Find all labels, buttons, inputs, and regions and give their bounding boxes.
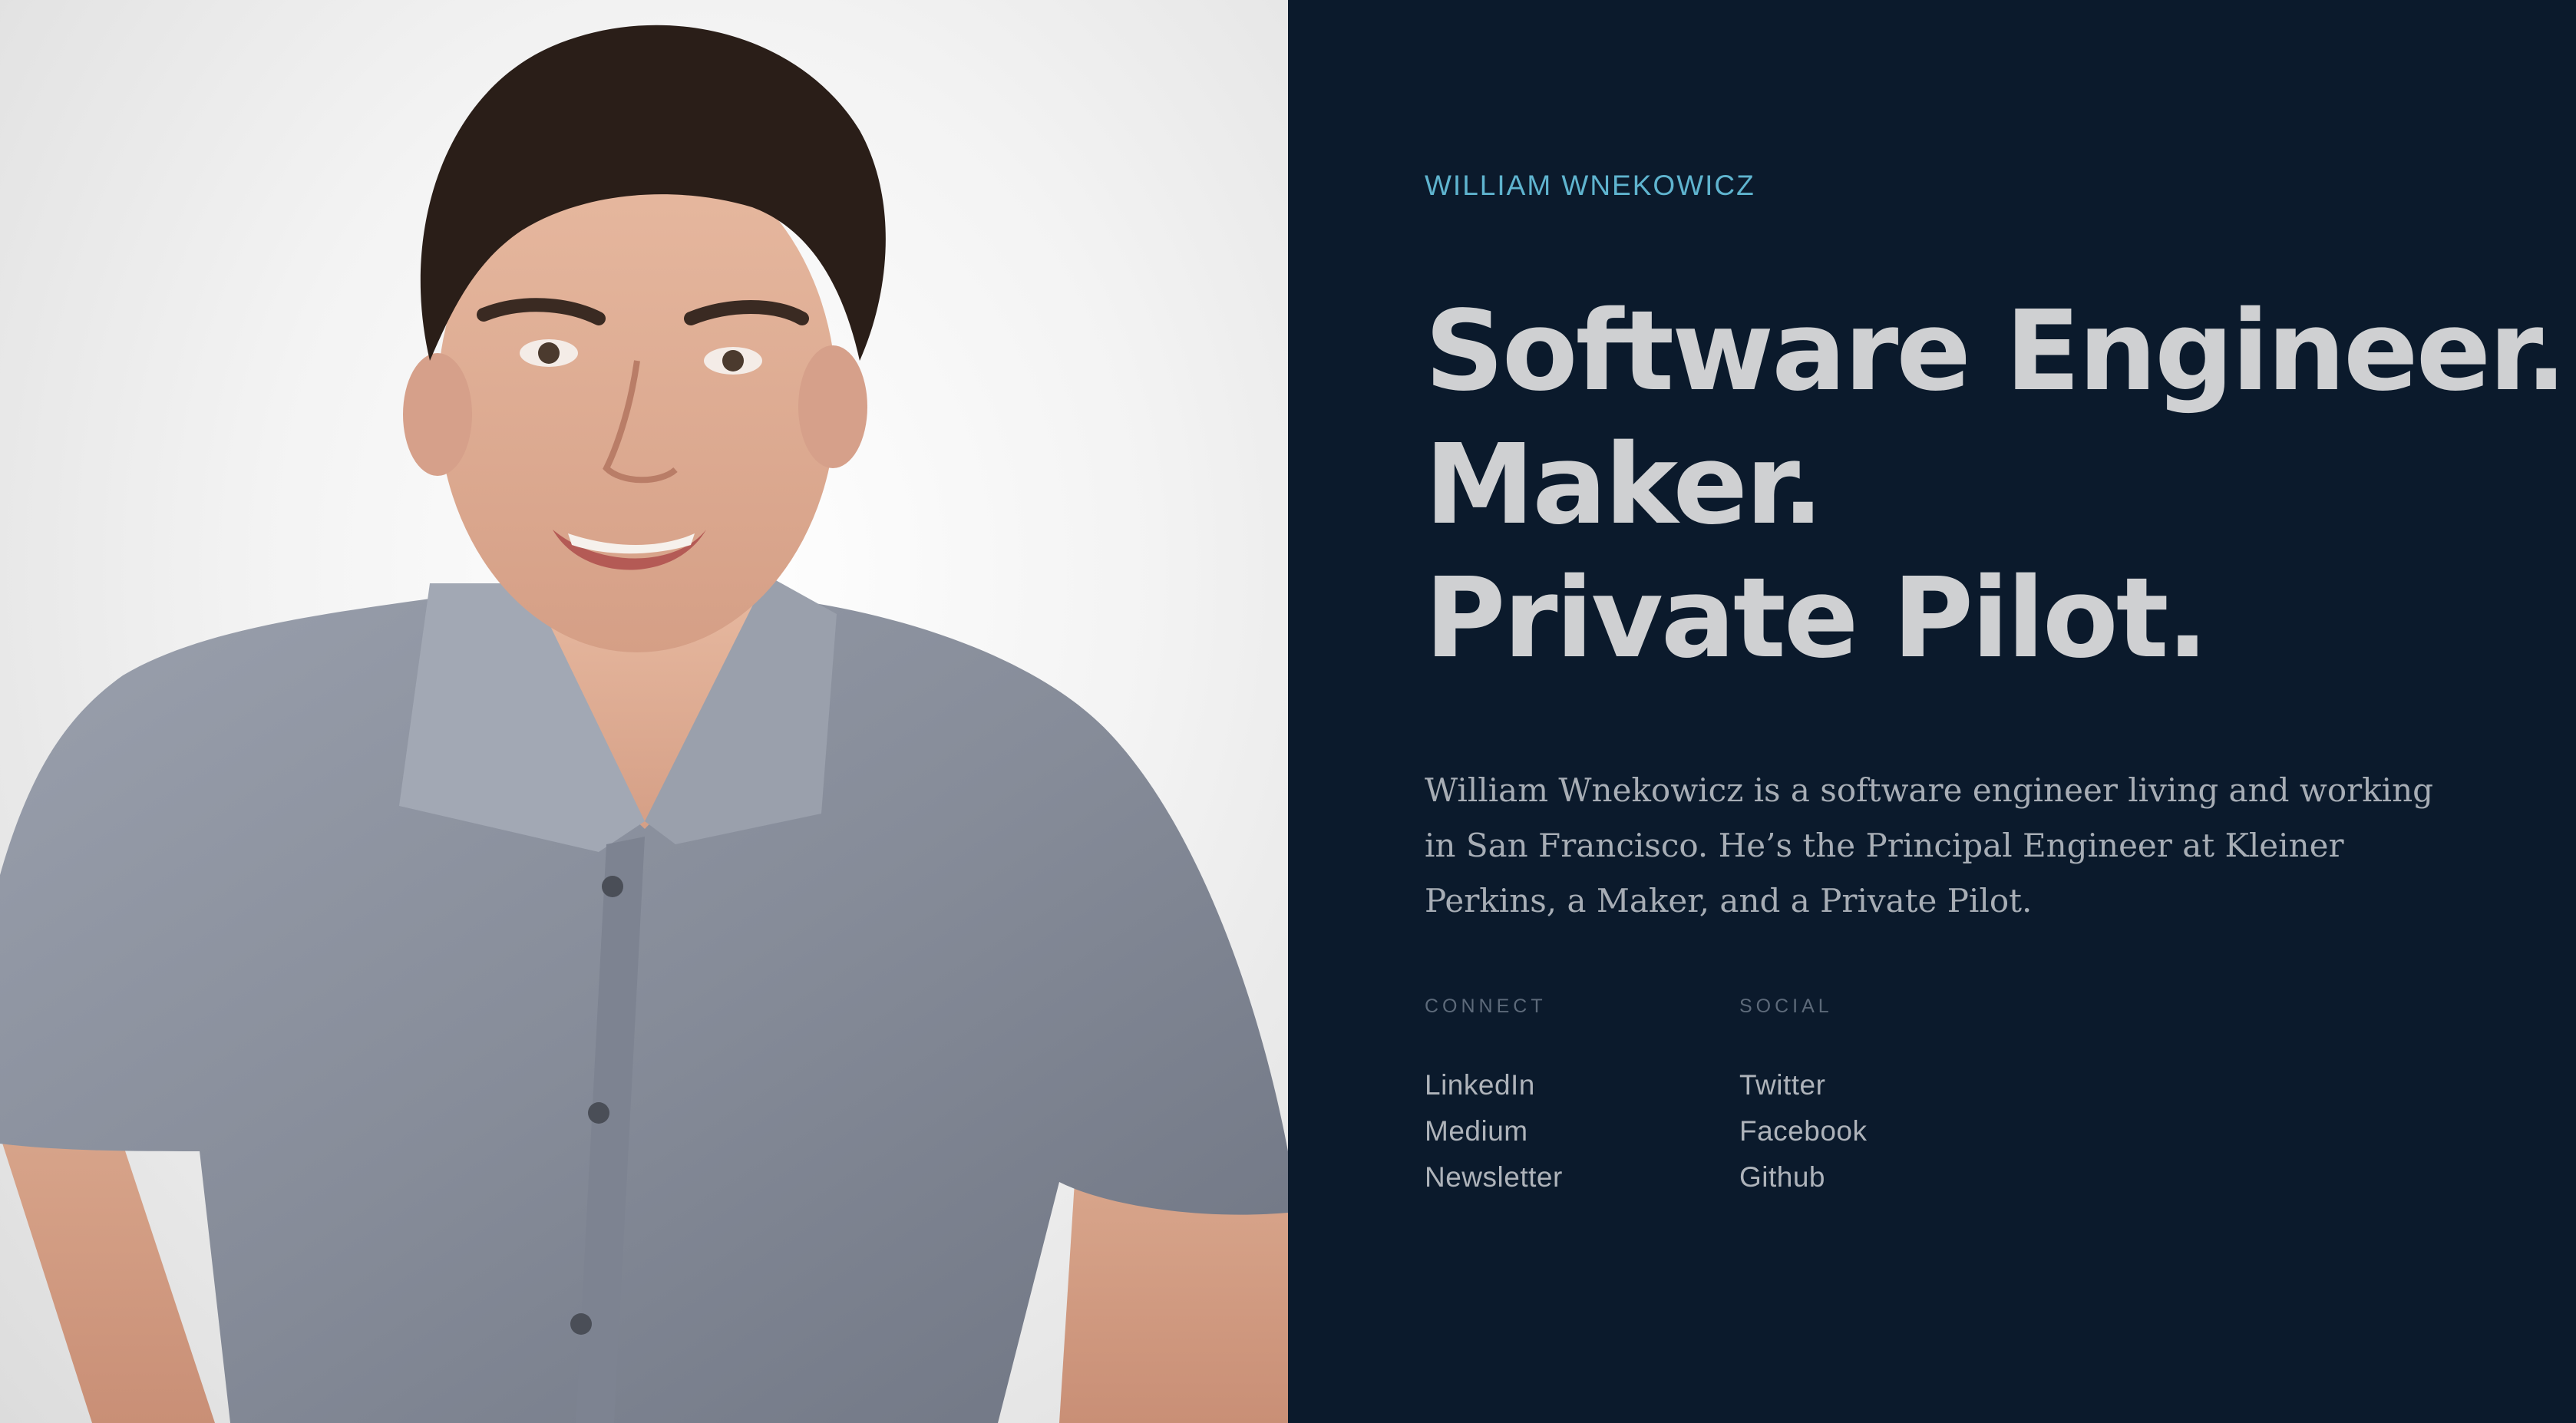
link-newsletter[interactable]: Newsletter (1425, 1154, 1739, 1200)
bio-paragraph: William Wnekowicz is a software engineer… (1425, 771, 2434, 920)
link-facebook[interactable]: Facebook (1739, 1108, 2054, 1154)
link-medium[interactable]: Medium (1425, 1108, 1739, 1154)
link-twitter[interactable]: Twitter (1739, 1062, 2054, 1108)
headline-line-software-engineer: Software Engineer. (1425, 286, 2568, 415)
connect-links: LinkedIn Medium Newsletter (1425, 1062, 1739, 1200)
portrait-illustration (0, 25, 1288, 1423)
social-links: Twitter Facebook Github (1739, 1062, 2054, 1200)
social-heading: SOCIAL (1739, 995, 1833, 1017)
headline-line-maker: Maker. (1425, 420, 1824, 549)
link-github[interactable]: Github (1739, 1154, 2054, 1200)
connect-heading: CONNECT (1425, 995, 1547, 1017)
headline-line-private-pilot: Private Pilot. (1425, 553, 2208, 682)
social-column: SOCIAL Twitter Facebook Github (1739, 995, 2054, 1200)
headline: Software Engineer. Maker. Private Pilot. (1425, 284, 2576, 685)
site-name: WILLIAM WNEKOWICZ (1425, 170, 1755, 201)
intro-panel: WILLIAM WNEKOWICZ Software Engineer. Mak… (1288, 0, 2576, 1423)
portrait-photo (0, 0, 1288, 1423)
link-columns: CONNECT LinkedIn Medium Newsletter SOCIA… (1425, 995, 2576, 1200)
connect-column: CONNECT LinkedIn Medium Newsletter (1425, 995, 1739, 1200)
page: WILLIAM WNEKOWICZ Software Engineer. Mak… (0, 0, 2576, 1423)
link-linkedin[interactable]: LinkedIn (1425, 1062, 1739, 1108)
